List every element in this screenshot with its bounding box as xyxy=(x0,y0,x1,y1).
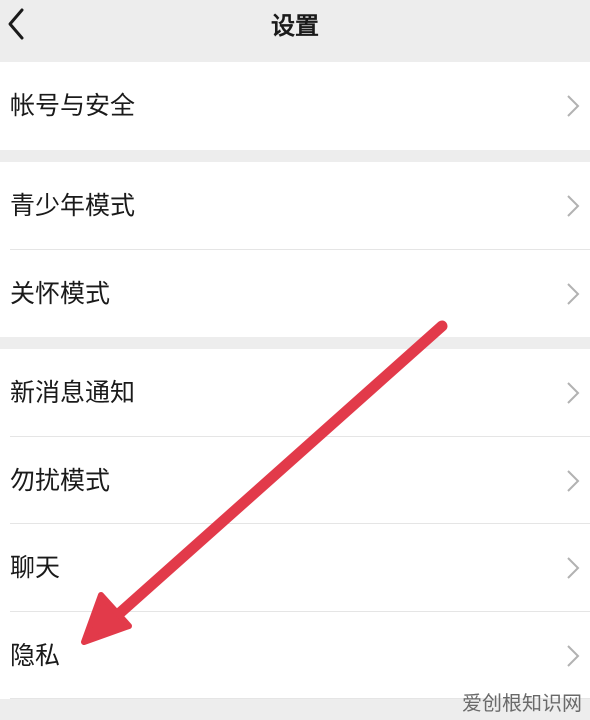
settings-item-label: 隐私 xyxy=(10,640,61,670)
settings-item-label: 聊天 xyxy=(10,553,61,582)
chevron-right-icon xyxy=(567,644,580,667)
settings-item-care-mode[interactable]: 关怀模式 xyxy=(0,250,590,338)
chevron-right-icon xyxy=(567,382,580,404)
page-title: 设置 xyxy=(271,12,319,40)
settings-item-teen-mode[interactable]: 青少年模式 xyxy=(0,162,590,250)
settings-item-label: 关怀模式 xyxy=(10,278,111,308)
settings-item-privacy[interactable]: 隐私 xyxy=(0,612,590,699)
settings-item-label: 勿扰模式 xyxy=(10,465,111,495)
settings-group-general: 新消息通知 勿扰模式 聊天 隐私 xyxy=(0,349,590,699)
chevron-right-icon xyxy=(567,195,580,217)
settings-group-modes: 青少年模式 关怀模式 xyxy=(0,162,590,337)
watermark: 爱创根知识网 xyxy=(462,691,582,715)
settings-item-label: 帐号与安全 xyxy=(10,91,136,120)
settings-group-account: 帐号与安全 xyxy=(0,62,590,150)
chevron-right-icon xyxy=(567,469,580,492)
settings-item-notifications[interactable]: 新消息通知 xyxy=(0,349,590,437)
chevron-right-icon xyxy=(567,282,580,305)
settings-item-label: 青少年模式 xyxy=(10,191,136,220)
settings-item-account-security[interactable]: 帐号与安全 xyxy=(0,62,590,150)
settings-item-chat[interactable]: 聊天 xyxy=(0,524,590,612)
chevron-right-icon xyxy=(567,95,580,117)
settings-item-do-not-disturb[interactable]: 勿扰模式 xyxy=(0,437,590,524)
chevron-right-icon xyxy=(567,557,580,579)
nav-bar: 设置 xyxy=(0,0,590,52)
settings-item-label: 新消息通知 xyxy=(10,378,136,407)
